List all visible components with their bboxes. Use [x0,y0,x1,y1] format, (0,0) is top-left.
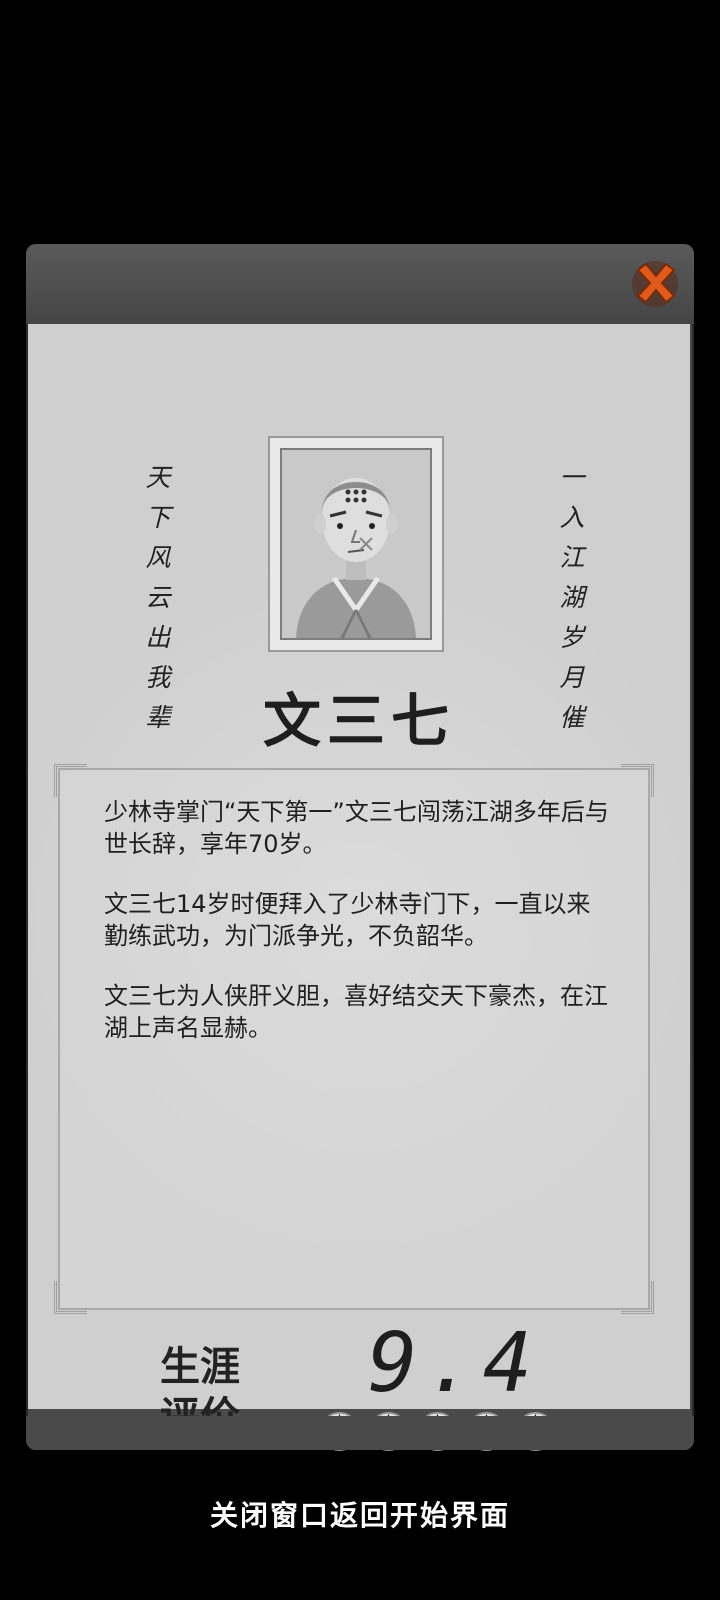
close-x-icon [632,261,678,307]
biography-box: 少林寺掌门“天下第一”文三七闯荡江湖多年后与世长辞，享年70岁。 文三七14岁时… [54,764,654,1314]
career-score: 9.4 [368,1316,541,1411]
couplet-char: 下 [145,503,171,532]
couplet-char: 云 [145,583,171,612]
ornament-corner [54,1281,87,1314]
biography-paragraph: 文三七为人侠肝义胆，喜好结交天下豪杰，在江湖上声名显赫。 [104,982,608,1042]
modal-bottom-bar [26,1416,694,1450]
paper-panel: 天 下 风 云 出 我 辈 一 入 江 湖 岁 月 催 文三七 少林寺掌门“天下… [28,324,690,1452]
couplet-char: 风 [145,543,171,572]
result-modal: 天 下 风 云 出 我 辈 一 入 江 湖 岁 月 催 文三七 少林寺掌门“天下… [26,244,694,1452]
ornament-corner [54,764,87,797]
ornament-corner [621,1281,654,1314]
couplet-char: 岁 [559,623,585,652]
couplet-char: 一 [559,463,585,492]
couplet-char: 入 [559,503,585,532]
portrait-frame [268,436,444,652]
ornament-corner [621,764,654,797]
couplet-char: 江 [559,543,585,572]
monk-portrait-icon [296,478,416,638]
couplet-char: 湖 [559,583,585,612]
return-to-start-button[interactable]: 关闭窗口返回开始界面 [0,1494,720,1534]
career-label-line: 生涯 [160,1344,240,1390]
couplet-char: 出 [145,623,171,652]
character-name: 文三七 [262,687,455,755]
modal-header [26,244,694,324]
close-button[interactable] [626,254,684,312]
portrait [280,448,432,640]
biography-paragraph: 文三七14岁时便拜入了少林寺门下，一直以来勤练武功，为门派争光，不负韶华。 [104,890,591,950]
biography-paragraph: 少林寺掌门“天下第一”文三七闯荡江湖多年后与世长辞，享年70岁。 [104,798,609,858]
biography-text: 少林寺掌门“天下第一”文三七闯荡江湖多年后与世长辞，享年70岁。 文三七14岁时… [104,796,614,1072]
couplet-char: 天 [145,463,171,492]
